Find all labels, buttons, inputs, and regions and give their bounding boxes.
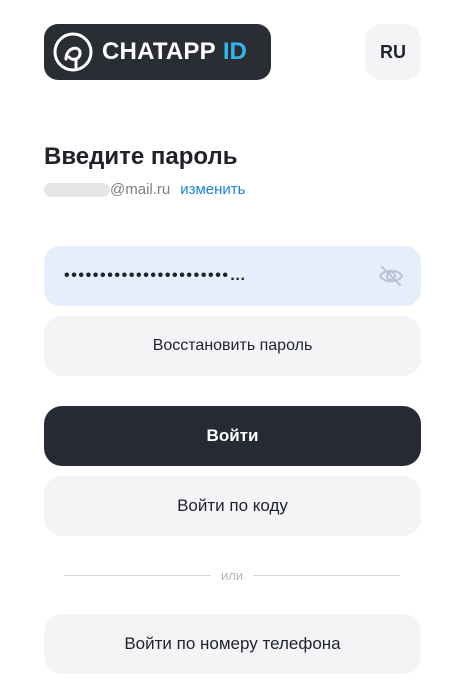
chatapp-logo: CHATAPP ID [44,24,271,80]
email-row: @mail.ru изменить [44,181,246,198]
login-by-code-button[interactable]: Войти по коду [44,476,421,536]
logo-text: CHATAPP [102,38,216,65]
password-field[interactable]: •••••••••••••••••••••••… [44,246,421,306]
chatapp-logo-icon [53,32,93,72]
login-button[interactable]: Войти [44,406,421,466]
login-by-phone-button[interactable]: Войти по номеру телефона [44,614,421,674]
restore-password-button[interactable]: Восстановить пароль [44,316,421,376]
email-username-redacted [44,182,110,197]
change-email-link[interactable]: изменить [180,181,245,198]
divider-line-left [64,574,211,576]
logo-accent-text: ID [222,38,247,65]
eye-off-icon[interactable] [377,262,405,290]
divider: или [64,566,401,584]
email-domain: @mail.ru [110,181,171,198]
page-title: Введите пароль [44,143,238,170]
divider-text: или [220,567,244,583]
divider-line-right [253,574,401,576]
password-value[interactable]: •••••••••••••••••••••••… [64,267,369,285]
language-button[interactable]: RU [365,24,421,80]
